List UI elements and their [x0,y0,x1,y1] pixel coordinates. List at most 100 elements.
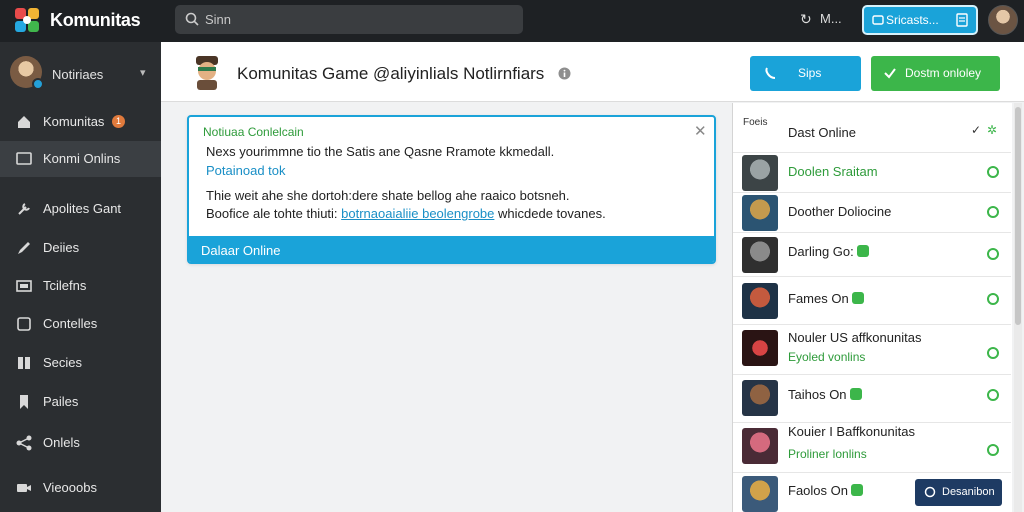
notification-badge: 1 [112,115,125,128]
friend-name-text: Fames On [788,291,849,306]
broadcast-button[interactable]: Sricasts... [862,5,978,35]
sidebar-item-konmi-onlins[interactable]: Konmi Onlins [0,141,161,177]
friend-name-text: Darling Go: [788,244,854,259]
monitor-icon [16,152,32,165]
friend-action-icon[interactable] [987,389,999,401]
close-icon[interactable]: ✕ [694,122,707,140]
friend-action-icon[interactable] [987,166,999,178]
checkmark-icon[interactable]: ✓ [971,123,981,137]
friend-status: Proliner lonlins [788,447,867,461]
notification-footer-button[interactable]: Dalaar Online [189,236,714,262]
settings-icon[interactable]: ✲ [987,123,997,137]
sidebar-item-label: Tcilefns [43,278,87,293]
sidebar-item-deiies[interactable]: Deiies [0,230,161,266]
notification-text-pre: Boofice ale tohte thiuti: [206,206,338,221]
sidebar: Notiriaes ▾ Komunitas 1 Konmi Onlins Apo… [0,42,161,512]
friend-name: Fames On [788,291,864,306]
friend-action-icon[interactable] [987,293,999,305]
bookmark-icon [20,395,28,409]
chevron-down-icon[interactable]: ▾ [140,66,146,79]
pen-icon [18,242,30,254]
sidebar-item-label: Vieooobs [43,480,97,495]
notification-inline-link[interactable]: botrnaoaialiie beolengrobe [341,206,494,221]
broadcast-label: Sricasts... [886,13,939,27]
document-icon [956,13,968,27]
info-icon[interactable] [558,67,571,80]
brand-name[interactable]: Komunitas [50,10,141,31]
notification-text: Boofice ale tohte thiuti: botrnaoaialiie… [206,206,606,221]
wrench-icon [18,203,30,215]
sidebar-item-label: Apolites Gant [43,201,122,216]
friend-name: Doother Doliocine [788,204,892,219]
sidebar-item-label: Pailes [43,394,79,409]
status-badge [851,292,864,304]
sidebar-item-tcilefns[interactable]: Tcilefns [0,268,161,304]
friend-row[interactable]: Kouier I Baffkonunitas Proliner lonlins [733,423,1011,473]
friend-action-icon[interactable] [987,248,999,260]
video-icon [17,484,31,492]
profile-avatar[interactable] [10,56,44,90]
friend-name-text: Taihos On [788,387,847,402]
phone-icon [765,67,776,79]
sidebar-item-komunitas[interactable]: Komunitas 1 [0,104,161,140]
friends-heading: Foeis [743,117,768,128]
square-icon [17,317,31,331]
friend-row[interactable]: Nouler US affkonunitas Eyoled vonlins [733,325,1011,375]
friend-action-icon[interactable] [987,206,999,218]
notification-text: Nexs yourimmne tio the Satis ane Qasne R… [206,144,555,159]
search-icon [185,12,199,26]
friend-row[interactable]: Doolen Sraitam [733,153,1011,193]
window-icon [16,280,32,292]
friend-row[interactable]: Taihos On [733,375,1011,423]
friend-row[interactable]: Doother Doliocine [733,193,1011,233]
sidebar-item-label: Secies [43,355,83,370]
sidebar-item-label: Deiies [43,240,80,255]
chat-label: Desanibon [942,486,995,498]
status-badge [850,484,863,496]
friend-avatar [742,155,778,191]
sidebar-item-pailes[interactable]: Pailes [0,384,161,420]
sidebar-item-label: Onlels [43,435,80,450]
friend-name: Faolos On [788,483,863,498]
download-icon [884,68,896,79]
friend-action-icon[interactable] [987,347,999,359]
profile-label[interactable]: Notiriaes [52,67,103,82]
sidebar-item-secies[interactable]: Secies [0,345,161,381]
sidebar-item-onlels[interactable]: Onlels [0,425,161,461]
share-icon [16,435,32,451]
status-badge [856,245,869,257]
book-icon [18,357,30,369]
friend-name-text: Faolos On [788,483,848,498]
friends-scrollbar[interactable] [1014,103,1022,512]
user-menu[interactable]: M... [820,11,842,26]
friend-row[interactable]: Fames On [733,277,1011,325]
download-label: Dostm onloley [905,66,982,80]
friends-filter-label[interactable]: Dast Online [788,125,856,140]
friend-avatar [742,380,778,416]
notification-text: Thie weit ahe she dortoh:dere shate bell… [206,188,570,203]
friend-avatar [742,330,778,366]
friend-action-icon[interactable] [987,444,999,456]
broadcast-icon [872,15,884,25]
page-title: Komunitas Game @aliyinlials Notlirnfiars [237,64,545,83]
sidebar-item-apolites-gant[interactable]: Apolites Gant [0,191,161,227]
friend-avatar [742,195,778,231]
online-dot [32,78,44,90]
friend-name: Kouier I Baffkonunitas [788,424,915,439]
refresh-icon[interactable]: ↻ [800,11,812,28]
user-avatar[interactable] [988,5,1018,35]
sidebar-item-vieooobs[interactable]: Vieooobs [0,470,161,506]
sips-button[interactable]: Sips [750,56,861,91]
notification-card: Notiuaa Conlelcain ✕ Nexs yourimmne tio … [187,115,716,264]
friend-row[interactable]: Darling Go: [733,233,1011,277]
search-input[interactable]: Sinn [205,12,231,27]
logo-icon[interactable] [12,5,42,35]
notification-link[interactable]: Potainoad tok [206,163,286,178]
sidebar-item-contelles[interactable]: Contelles [0,306,161,342]
download-button[interactable]: Dostm onloley [871,56,1000,91]
chat-button[interactable]: Desanibon [915,479,1002,506]
search-bar[interactable]: Sinn [175,5,523,34]
friends-panel: Foeis Dast Online ✓ ✲ Doolen Sraitam Doo… [732,103,1012,512]
scrollbar-thumb[interactable] [1015,107,1021,325]
friend-avatar [742,428,778,464]
